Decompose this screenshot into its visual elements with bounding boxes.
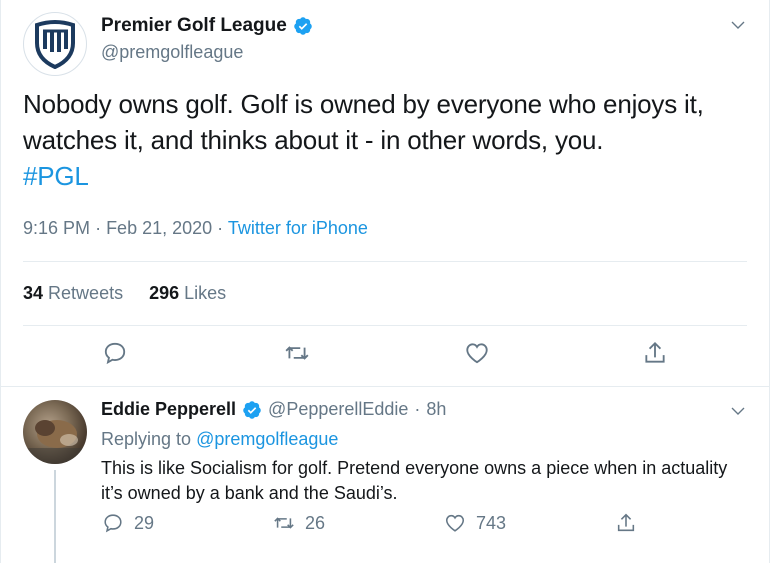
reply-share-button[interactable] — [615, 512, 637, 534]
retweet-count: 26 — [305, 512, 326, 533]
reply-icon — [104, 514, 122, 533]
like-icon[interactable] — [464, 340, 490, 366]
pgl-logo-icon — [35, 20, 75, 69]
meta-separator: · — [95, 218, 107, 238]
reply-handle[interactable]: @PepperellEddie — [268, 399, 408, 420]
retweets-stat[interactable]: 34 Retweets — [23, 283, 123, 304]
reply-reply-button[interactable]: 29 — [102, 512, 154, 534]
reply-time[interactable]: 8h — [426, 399, 446, 420]
reply-text: This is like Socialism for golf. Pretend… — [101, 458, 728, 503]
replying-to-line: Replying to @premgolfleague — [101, 429, 338, 450]
reply-actions: 29 26 743 — [1, 512, 770, 542]
verified-badge-icon — [243, 400, 261, 419]
chevron-down-icon[interactable] — [729, 16, 747, 34]
share-icon[interactable] — [642, 340, 668, 366]
retweet-icon[interactable] — [284, 340, 310, 366]
hashtag-link[interactable]: #PGL — [23, 161, 89, 191]
main-tweet: Premier Golf League @premgolfleague Nobo… — [1, 0, 770, 386]
tweet-body: Nobody owns golf. Golf is owned by every… — [23, 89, 704, 155]
tweet-text: Nobody owns golf. Golf is owned by every… — [23, 86, 753, 194]
author-display-name[interactable]: Premier Golf League — [101, 15, 287, 37]
tweet-thread: Premier Golf League @premgolfleague Nobo… — [0, 0, 770, 563]
author-handle[interactable]: @premgolfleague — [101, 42, 243, 63]
thread-separator — [1, 386, 770, 387]
reply-like-button[interactable]: 743 — [444, 512, 506, 534]
tweet-source-link[interactable]: Twitter for iPhone — [228, 218, 368, 238]
chevron-down-icon[interactable] — [729, 402, 747, 420]
reply-retweet-button[interactable]: 26 — [273, 512, 325, 534]
main-author-name-row[interactable]: Premier Golf League — [101, 15, 313, 37]
tweet-date[interactable]: Feb 21, 2020 — [106, 218, 212, 238]
divider — [23, 325, 747, 326]
retweet-icon — [274, 517, 294, 529]
reply-count: 29 — [134, 512, 155, 533]
share-icon — [617, 513, 635, 532]
dog-photo-icon — [23, 420, 87, 464]
eddie-pepperell-avatar[interactable] — [23, 400, 87, 464]
meta-separator: · — [217, 218, 228, 238]
like-icon — [445, 514, 465, 532]
tweet-meta: 9:16 PM · Feb 21, 2020 · Twitter for iPh… — [23, 218, 368, 239]
tweet-stats: 34 Retweets 296 Likes — [23, 283, 226, 304]
tweet-time[interactable]: 9:16 PM — [23, 218, 90, 238]
likes-stat[interactable]: 296 Likes — [149, 283, 226, 304]
replying-prefix: Replying to — [101, 429, 192, 449]
premier-golf-league-avatar[interactable] — [23, 12, 87, 76]
verified-badge-icon — [294, 17, 312, 35]
reply-display-name[interactable]: Eddie Pepperell — [101, 399, 236, 420]
reply-separator: · — [414, 399, 421, 419]
reply-icon[interactable] — [102, 340, 128, 366]
divider — [23, 261, 747, 262]
replying-to-link[interactable]: @premgolfleague — [196, 429, 338, 449]
reply-author-row: Eddie Pepperell @PepperellEddie · 8h — [101, 399, 446, 420]
main-tweet-actions — [1, 340, 770, 370]
like-count: 743 — [476, 512, 507, 533]
